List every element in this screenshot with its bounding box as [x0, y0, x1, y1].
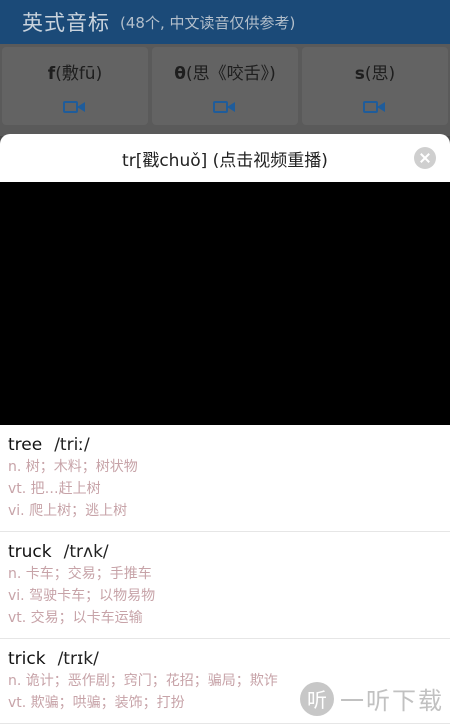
close-icon[interactable] — [414, 147, 436, 169]
page-title: 英式音标 — [22, 11, 110, 35]
word: trick — [8, 649, 46, 669]
video-player[interactable] — [0, 182, 450, 425]
word-phonetic: /trʌk/ — [63, 542, 109, 562]
watermark-logo-icon: 听 — [300, 681, 334, 716]
word-entry-tree: tree /triː/ n. 树；木料；树状物 vt. 把…赶上树 vi. 爬上… — [0, 425, 450, 532]
sheet-title[interactable]: tr[戳chuǒ] (点击视频重播) — [122, 146, 328, 171]
video-camera-icon[interactable] — [213, 100, 237, 114]
word-phonetic: /trɪk/ — [57, 649, 99, 669]
phonetic-detail-sheet: tr[戳chuǒ] (点击视频重播) tree /triː/ n. 树；木料；树… — [0, 134, 450, 724]
definition: vt. 把…赶上树 — [8, 481, 101, 497]
video-camera-icon[interactable] — [63, 100, 87, 114]
sheet-header: tr[戳chuǒ] (点击视频重播) — [0, 134, 450, 182]
app-header: 英式音标 (48个, 中文读音仅供参考) — [0, 0, 450, 44]
word: tree — [8, 435, 43, 455]
definition: vi. 驾驶卡车；以物易物 — [8, 588, 156, 604]
phonetic-cell-f[interactable]: f(敷fū) — [2, 47, 148, 125]
definition: n. 卡车；交易；手推车 — [8, 566, 152, 582]
word-entry-truck: truck /trʌk/ n. 卡车；交易；手推车 vi. 驾驶卡车；以物易物 … — [0, 532, 450, 639]
page-subtitle: (48个, 中文读音仅供参考) — [120, 13, 296, 32]
watermark-text: 一听下载 — [340, 687, 444, 715]
phonetic-cell-s[interactable]: s(思) — [302, 47, 448, 125]
site-watermark: 听 一听下载 — [300, 681, 444, 716]
phonetic-label: θ(思《咬舌》) — [174, 64, 276, 84]
phonetic-label: f(敷fū) — [47, 64, 103, 84]
word-phonetic: /triː/ — [54, 435, 90, 455]
definition: vi. 爬上树；逃上树 — [8, 503, 128, 519]
definition: vt. 交易；以卡车运输 — [8, 610, 143, 626]
phonetic-cell-theta[interactable]: θ(思《咬舌》) — [152, 47, 298, 125]
phonetic-label: s(思) — [354, 64, 396, 84]
phonetic-grid: f(敷fū) θ(思《咬舌》) s(思) — [0, 44, 450, 136]
video-camera-icon[interactable] — [363, 100, 387, 114]
word: truck — [8, 542, 52, 562]
definition: n. 树；木料；树状物 — [8, 459, 138, 475]
